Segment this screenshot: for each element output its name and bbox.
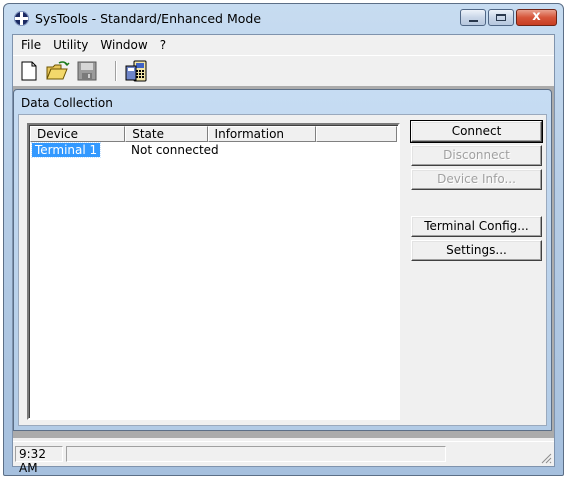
device-info-button[interactable]: Device Info... (411, 169, 542, 190)
terminal-config-icon (125, 60, 147, 82)
open-folder-button[interactable] (45, 60, 70, 82)
list-row[interactable]: Terminal 1 Not connected (30, 142, 397, 158)
column-state[interactable]: State (125, 126, 208, 142)
title-bar[interactable]: SysTools - Standard/Enhanced Mode x (4, 4, 563, 34)
terminal-config-button[interactable] (123, 60, 147, 82)
status-time: 9:32 AM (15, 446, 63, 475)
device-list[interactable]: Device State Information Terminal 1 Not … (27, 123, 400, 420)
minimize-button[interactable] (460, 9, 486, 26)
child-window-title: Data Collection (21, 96, 113, 110)
window-title: SysTools - Standard/Enhanced Mode (35, 11, 262, 26)
status-message (66, 446, 446, 462)
main-window: SysTools - Standard/Enhanced Mode x File… (3, 3, 564, 476)
menu-file[interactable]: File (15, 35, 47, 55)
app-icon[interactable] (14, 11, 29, 26)
status-bar: 9:32 AM (13, 441, 554, 475)
new-document-button[interactable] (17, 60, 41, 82)
open-folder-icon (46, 61, 70, 80)
resize-grip-icon[interactable] (540, 452, 552, 464)
toolbar (13, 55, 554, 87)
column-device[interactable]: Device (30, 126, 126, 142)
list-header: Device State Information (30, 126, 397, 142)
client-area: File Utility Window ? Data Collection De… (12, 34, 555, 475)
close-button[interactable]: x (516, 9, 557, 26)
menu-utility[interactable]: Utility (47, 35, 94, 55)
new-document-icon (21, 61, 37, 81)
settings-button[interactable]: Settings... (411, 240, 542, 261)
mdi-area: Data Collection Device State Information… (13, 86, 554, 438)
minimize-icon (469, 20, 478, 22)
caption-buttons: x (460, 9, 557, 27)
data-collection-window: Data Collection Device State Information… (13, 89, 552, 431)
save-disk-icon (77, 61, 97, 81)
maximize-button[interactable] (488, 9, 514, 26)
column-blank[interactable] (315, 126, 397, 142)
disconnect-button[interactable]: Disconnect (411, 145, 542, 166)
terminal-config-dialog-button[interactable]: Terminal Config... (411, 216, 542, 237)
save-button[interactable] (75, 60, 99, 82)
menu-bar: File Utility Window ? (13, 35, 554, 55)
toolbar-separator (115, 61, 116, 81)
menu-window[interactable]: Window (94, 35, 153, 55)
menu-help[interactable]: ? (154, 35, 172, 55)
close-icon: x (532, 9, 541, 24)
cell-state: Not connected (131, 143, 219, 157)
connect-button[interactable]: Connect (410, 120, 543, 143)
column-information[interactable]: Information (207, 126, 316, 142)
cell-device[interactable]: Terminal 1 (30, 142, 102, 158)
maximize-icon (496, 14, 506, 21)
child-window-body: Device State Information Terminal 1 Not … (18, 114, 547, 426)
